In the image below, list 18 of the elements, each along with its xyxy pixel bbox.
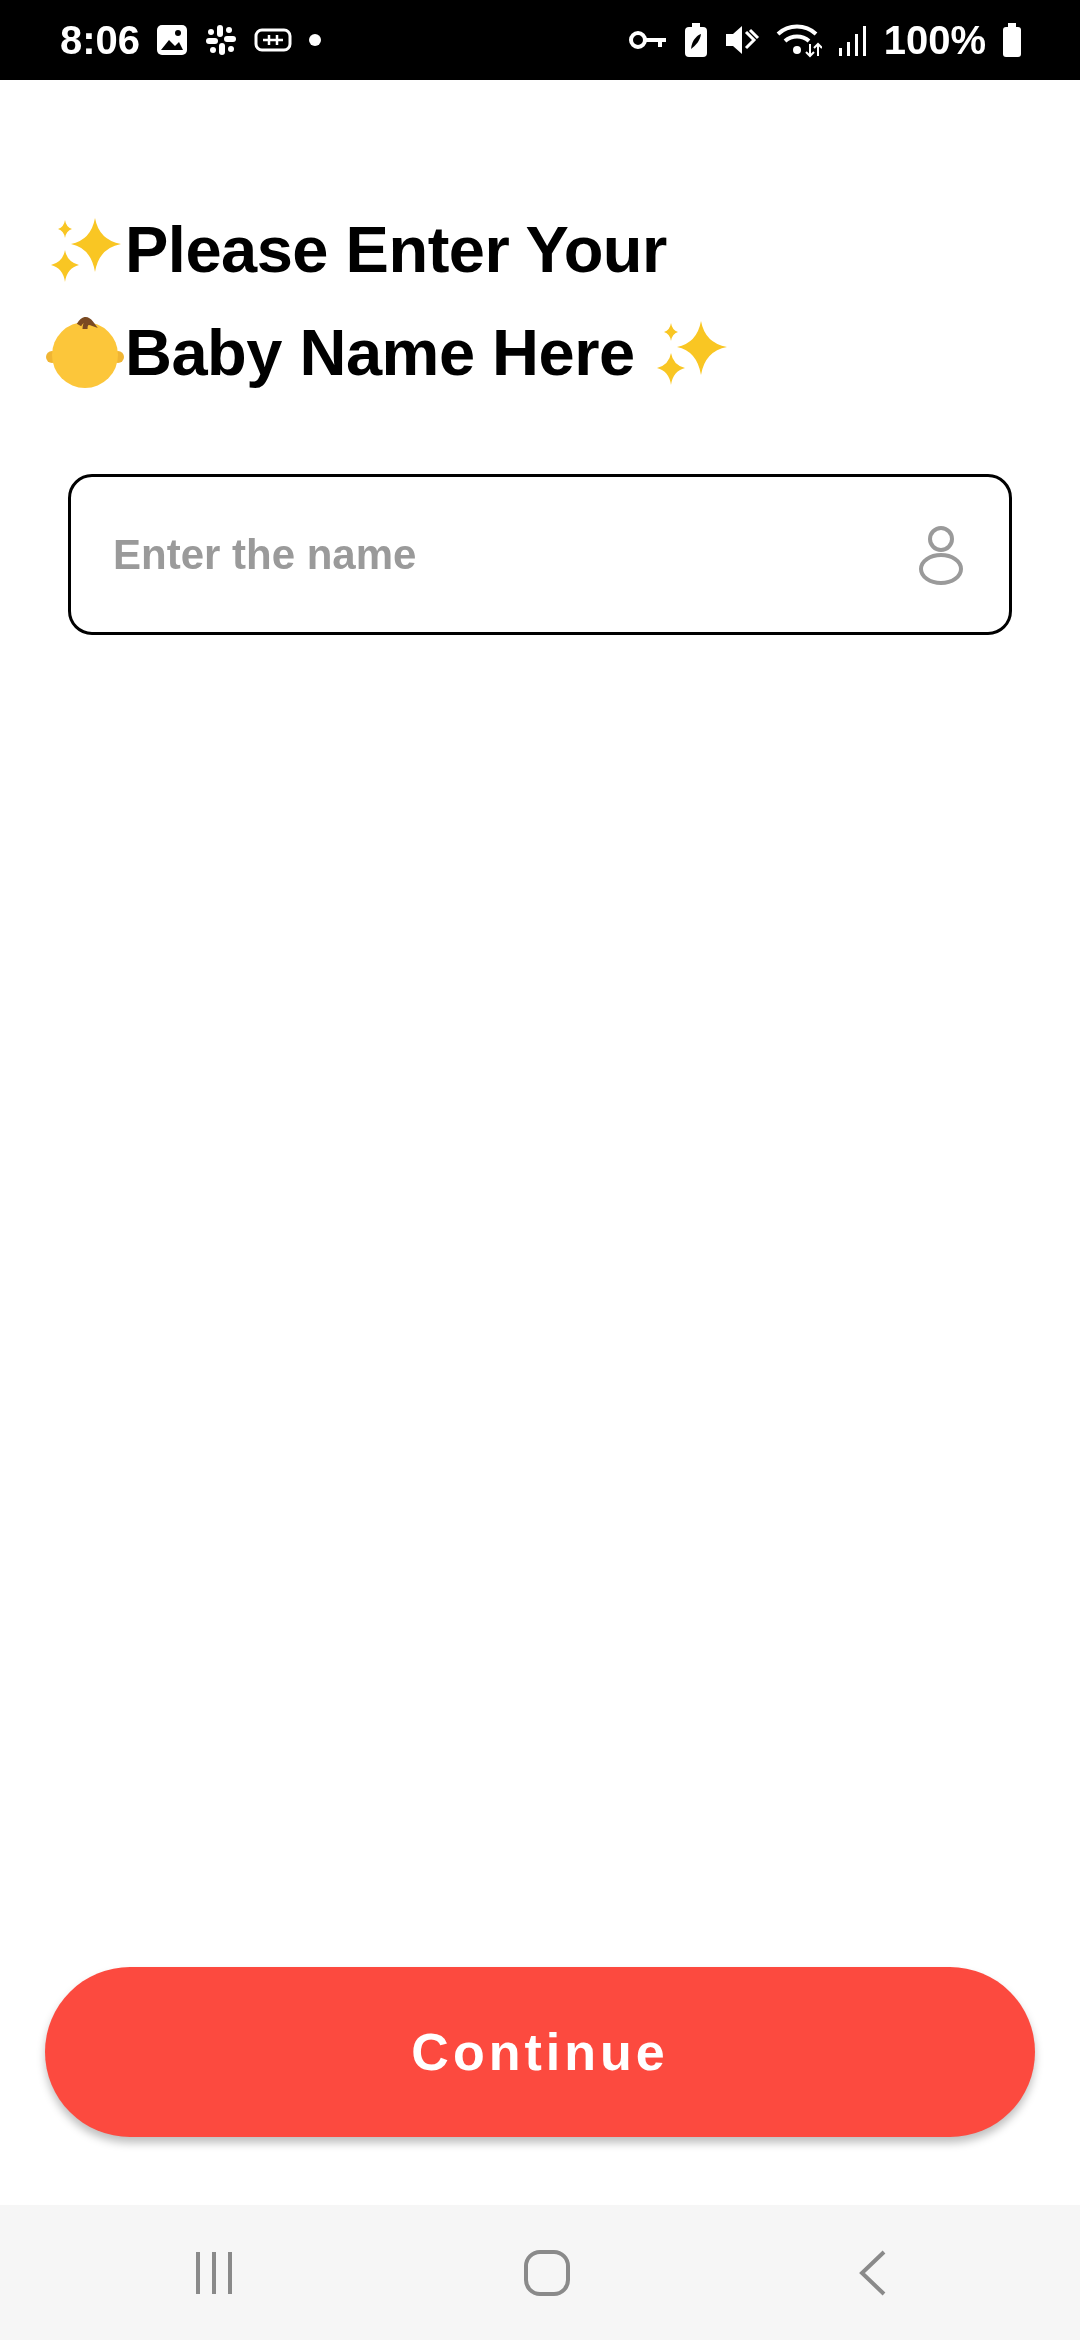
person-icon [918, 524, 964, 586]
key-icon [627, 29, 668, 51]
wifi-icon [775, 22, 822, 58]
signal-icon [837, 24, 868, 56]
battery-percentage: 100% [883, 17, 986, 64]
dot-icon [308, 33, 323, 47]
mute-icon [723, 24, 760, 56]
battery-saver-icon [683, 23, 708, 57]
grid-icon [204, 23, 239, 57]
continue-button[interactable]: Continue [45, 1967, 1035, 2137]
status-time: 8:06 [60, 17, 141, 64]
title-text: Baby Name Here [125, 314, 635, 391]
card-icon [254, 28, 293, 52]
image-icon [156, 24, 189, 56]
home-icon[interactable] [523, 2248, 571, 2297]
name-input-field[interactable]: Enter the name [68, 474, 1012, 635]
battery-icon [1002, 23, 1022, 57]
title-text: Please Enter Your [125, 211, 667, 288]
